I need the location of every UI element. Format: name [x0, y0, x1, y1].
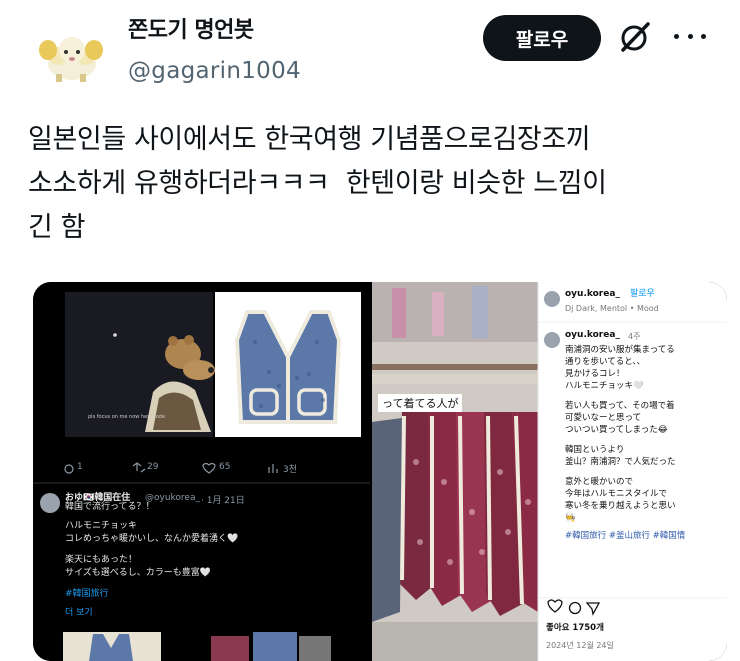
tweet-text: 일본인들 사이에서도 한국여행 기념품으로김장조끼 소소하게 유행하더라ㅋㅋㅋ … — [28, 124, 607, 243]
ig-caption-line: 釜山？南浦洞？で人気だった — [565, 457, 676, 467]
retweet-count[interactable]: 29 — [147, 462, 158, 472]
image-caption-overlay: pls focus on me now her mode — [88, 414, 166, 420]
ig-music[interactable]: Dj Dark, Mentol • Mood — [565, 304, 659, 313]
ig-caption: 南浦洞の安い服が集まってる 通りを歩いてると、、 見かけるコレ！ ハルモニチョッ… — [565, 344, 725, 542]
author-display-name[interactable]: 쫀도기 명언봇 — [128, 12, 254, 44]
ig-hashtags[interactable]: #韓国旅行 #釜山旅行 #韓国情 — [565, 530, 725, 542]
author-avatar[interactable] — [28, 12, 112, 96]
media-right-instagram[interactable]: って着てる人が oyu.korea_ 팔로우 Dj Dark, Mentol •… — [372, 282, 727, 661]
show-more-link[interactable]: 더 보기 — [65, 607, 355, 620]
ig-username[interactable]: oyu.korea_ — [565, 284, 620, 304]
ig-caption-line: 南浦洞の安い服が集まってる — [565, 345, 675, 355]
video-caption: って着てる人が — [378, 394, 463, 412]
quoted-line: 韓国で流行ってる？！ — [65, 502, 155, 512]
ig-caption-line: 通りを歩いてると、、 — [565, 357, 646, 367]
dot — [674, 33, 679, 39]
ig-caption-line: 🧑‍🍳 — [565, 513, 576, 523]
ig-date: 2024년 12월 24일 — [546, 641, 614, 650]
reply-count[interactable]: 1 — [77, 462, 83, 472]
author-handle[interactable]: @gagarin1004 — [128, 58, 301, 84]
follow-button[interactable]: 팔로우 — [483, 15, 601, 61]
quoted-post-body: 韓国で流行ってる？！ ハルモニチョッキ コレめっちゃ暖かいし、なんか愛着湧く🤍 … — [65, 501, 355, 620]
quoted-hashtag[interactable]: #韓国旅行 — [65, 588, 355, 601]
dot — [687, 33, 693, 39]
ig-caption-line: ハルモニチョッキ🤍 — [565, 381, 644, 391]
quoted-line: 楽天にもあった！ — [65, 555, 138, 565]
quoted-line: ハルモニチョッキ — [65, 521, 138, 531]
ig-caption-line: 韓国というより — [565, 445, 625, 455]
ig-caption-line: ついつい買ってしまった😂 — [565, 425, 668, 435]
ig-caption-line: 意外と暖かいので — [565, 477, 634, 487]
more-dots-icon[interactable] — [674, 22, 706, 50]
ig-caption-line: 今年はハルモニスタイルで — [565, 489, 668, 499]
quoted-line: コレめっちゃ暖かいし、なんか愛着湧く🤍 — [65, 534, 239, 544]
ig-caption-line: 可愛いなーと思って — [565, 413, 642, 423]
ig-comment-user[interactable]: oyu.korea_ — [565, 325, 620, 345]
ig-caption-line: 若い人も買って、その場で着 — [565, 401, 675, 411]
quoted-line: サイズも選べるし、カラーも豊富🤍 — [65, 568, 211, 578]
grok-icon[interactable] — [618, 20, 652, 54]
dot — [701, 33, 706, 39]
ig-caption-line: 見かけるコレ！ — [565, 369, 625, 379]
like-count[interactable]: 65 — [219, 462, 230, 472]
ig-comment-time: 4주 — [628, 332, 641, 341]
view-count[interactable]: 3천 — [283, 462, 297, 475]
ig-likes[interactable]: 좋아요 1750개 — [546, 618, 604, 638]
sheep-avatar-icon — [28, 12, 112, 96]
tweet-media[interactable]: pls focus on me now her mode 1 29 65 3천 … — [33, 282, 727, 661]
ig-follow-link[interactable]: 팔로우 — [630, 284, 655, 304]
media-left-screenshot[interactable]: pls focus on me now her mode 1 29 65 3천 … — [33, 282, 370, 661]
ig-caption-line: 寒い冬を乗り越えようと思い — [565, 501, 676, 511]
